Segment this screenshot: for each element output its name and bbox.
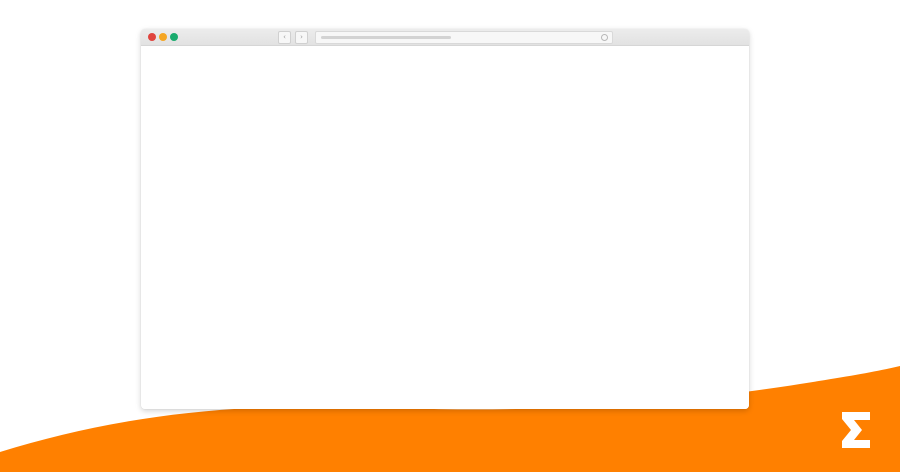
address-bar[interactable] [315, 31, 613, 44]
url-placeholder-bar [321, 36, 451, 39]
chevron-left-icon: ‹ [283, 33, 286, 41]
browser-window: ‹ › [141, 29, 749, 409]
browser-content-area [141, 46, 749, 409]
forward-button[interactable]: › [295, 31, 308, 44]
chevron-right-icon: › [300, 33, 303, 41]
browser-titlebar: ‹ › [141, 29, 749, 46]
reload-icon[interactable] [601, 34, 608, 41]
stage: ‹ › [0, 0, 900, 472]
window-close-button[interactable] [148, 33, 156, 41]
window-zoom-button[interactable] [170, 33, 178, 41]
window-minimize-button[interactable] [159, 33, 167, 41]
eventbrite-logo-icon [842, 412, 870, 448]
back-button[interactable]: ‹ [278, 31, 291, 44]
